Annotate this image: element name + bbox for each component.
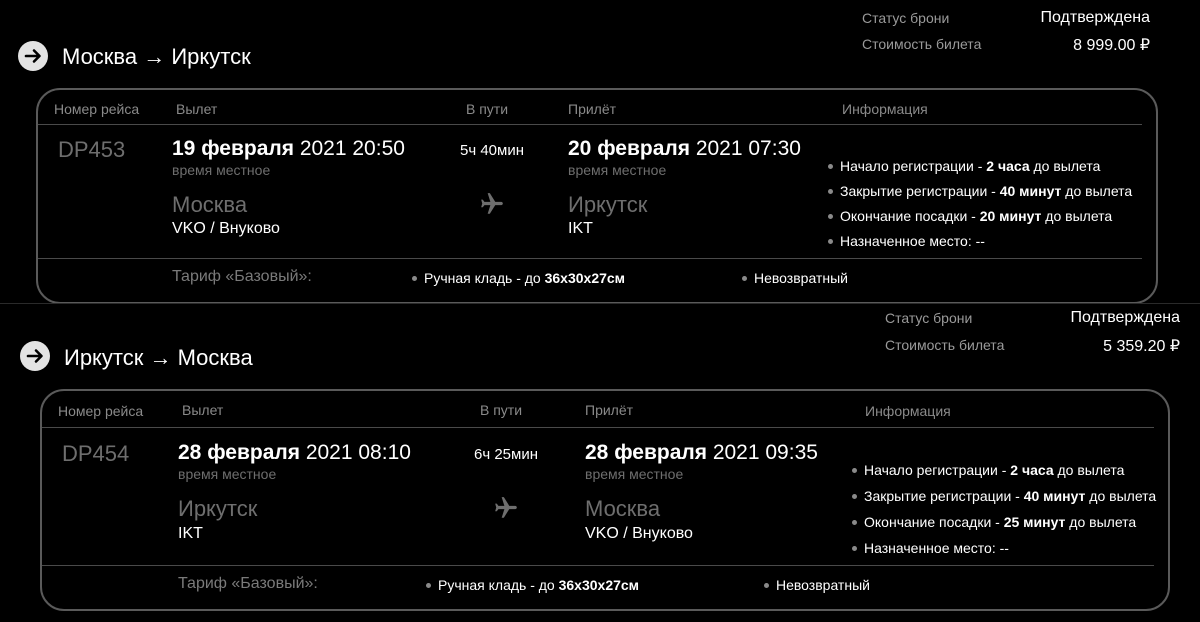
arrival-city: Иркутск (568, 192, 648, 217)
tariff-label: Тариф «Базовый»: (178, 575, 318, 592)
header-flight-number: Номер рейса (54, 101, 140, 117)
bullet-dot-icon (852, 493, 857, 499)
route-title: Москва → Иркутск (62, 44, 251, 69)
info-boarding-end: Окончание посадки - 20 минут до вылета (828, 208, 1112, 224)
info-seat: Назначенное место: -- (852, 540, 1009, 556)
booking-moscow-irkutsk: Статус брони Подтверждена Стоимость биле… (0, 0, 1200, 304)
header-arrival: Прилёт (585, 402, 634, 418)
bullet-dot-icon (426, 582, 431, 588)
info-checkin-open: Начало регистрации - 2 часа до вылета (852, 462, 1124, 478)
departure-airport: IKT (178, 525, 203, 542)
arrow-right-circle-icon[interactable] (20, 341, 50, 371)
status-label: Статус брони (862, 10, 950, 26)
bullet-dot-icon (852, 545, 857, 551)
departure-local-time-note: время местное (178, 466, 277, 482)
booking-irkutsk-moscow: Статус брони Подтверждена Стоимость биле… (0, 304, 1200, 622)
info-seat: Назначенное место: -- (828, 233, 985, 249)
header-in-transit: В пути (466, 101, 509, 117)
info-checkin-close: Закрытие регистрации - 40 минут до вылет… (828, 183, 1132, 199)
header-info: Информация (842, 101, 928, 117)
price-value: 5 359.20 ₽ (1103, 338, 1180, 355)
arrival-local-time-note: время местное (568, 162, 667, 178)
header-divider (38, 124, 1142, 125)
flight-number: DP453 (58, 137, 126, 162)
bullet-dot-icon (412, 275, 417, 281)
flight-duration: 5ч 40мин (460, 142, 524, 159)
status-value: Подтверждена (1070, 309, 1181, 326)
tariff-divider (42, 565, 1154, 566)
header-divider (42, 427, 1154, 428)
departure-local-time-note: время местное (172, 162, 271, 178)
flight-duration: 6ч 25мин (474, 446, 538, 463)
flight-number: DP454 (62, 441, 130, 466)
arrival-airport: VKO / Внуково (585, 525, 693, 542)
tariff-divider (38, 258, 1142, 259)
tariff-baggage: Ручная кладь - до 36x30x27см (412, 270, 625, 286)
arrow-right-circle-icon[interactable] (18, 41, 48, 71)
tariff-label: Тариф «Базовый»: (172, 268, 312, 285)
arrival-datetime: 20 февраля 2021 07:30 (568, 137, 801, 160)
bullet-dot-icon (852, 519, 857, 525)
route-title: Иркутск → Москва (64, 345, 253, 370)
header-departure: Вылет (182, 402, 224, 418)
info-checkin-open: Начало регистрации - 2 часа до вылета (828, 158, 1100, 174)
price-label: Стоимость билета (862, 36, 982, 52)
tariff-refund: Невозвратный (742, 270, 848, 286)
arrival-airport: IKT (568, 220, 593, 237)
bullet-dot-icon (828, 188, 833, 194)
header-in-transit: В пути (480, 402, 523, 418)
header-departure: Вылет (176, 101, 218, 117)
flight-card: Номер рейса Вылет В пути Прилёт Информац… (36, 88, 1158, 304)
header-arrival: Прилёт (568, 101, 617, 117)
departure-airport: VKO / Внуково (172, 220, 280, 237)
bullet-dot-icon (742, 275, 747, 281)
tariff-refund: Невозвратный (764, 577, 870, 593)
departure-datetime: 19 февраля 2021 20:50 (172, 137, 405, 160)
arrival-datetime: 28 февраля 2021 09:35 (585, 441, 818, 464)
status-label: Статус брони (885, 310, 973, 326)
bullet-dot-icon (764, 582, 769, 588)
airplane-icon (495, 497, 517, 518)
bullet-dot-icon (828, 163, 833, 169)
status-value: Подтверждена (1040, 9, 1151, 26)
departure-city: Иркутск (178, 496, 258, 521)
arrival-city: Москва (585, 496, 661, 521)
departure-city: Москва (172, 192, 248, 217)
info-boarding-end: Окончание посадки - 25 минут до вылета (852, 514, 1136, 530)
header-info: Информация (865, 403, 951, 419)
price-label: Стоимость билета (885, 337, 1005, 353)
price-value: 8 999.00 ₽ (1073, 37, 1150, 54)
tariff-baggage: Ручная кладь - до 36x30x27см (426, 577, 639, 593)
airplane-icon (481, 193, 503, 214)
header-flight-number: Номер рейса (58, 403, 144, 419)
departure-datetime: 28 февраля 2021 08:10 (178, 441, 411, 464)
flight-card: Номер рейса Вылет В пути Прилёт Информац… (40, 389, 1170, 611)
bullet-dot-icon (852, 467, 857, 473)
bullet-dot-icon (828, 213, 833, 219)
arrival-local-time-note: время местное (585, 466, 684, 482)
bullet-dot-icon (828, 238, 833, 244)
info-checkin-close: Закрытие регистрации - 40 минут до вылет… (852, 488, 1156, 504)
